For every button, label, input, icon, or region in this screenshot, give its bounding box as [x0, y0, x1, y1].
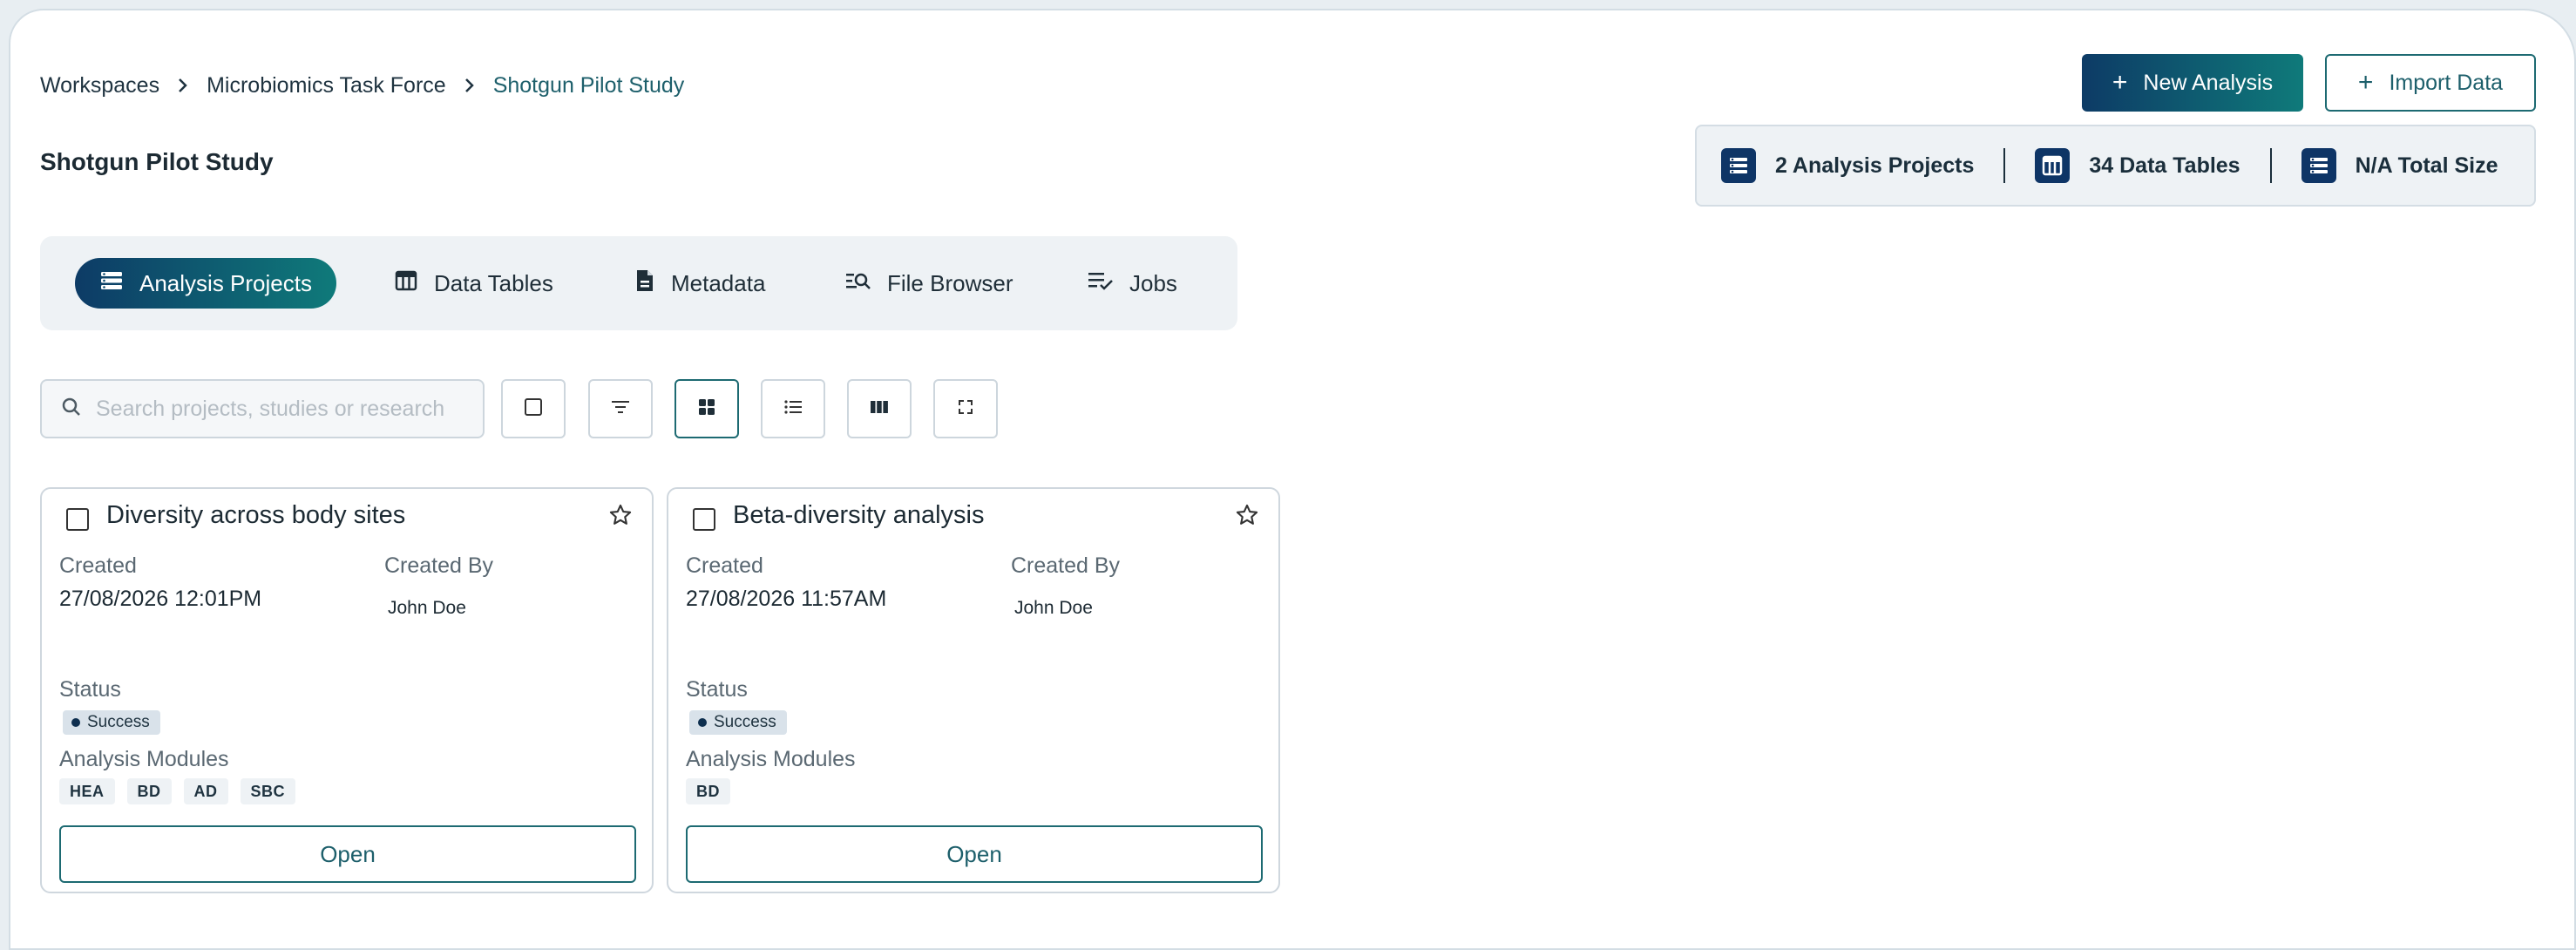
created-by-label: Created By [384, 553, 494, 578]
status-badge: Success [63, 710, 160, 735]
select-all-checkbox[interactable] [501, 379, 566, 438]
module-tag: BD [126, 778, 172, 804]
list-icon [99, 269, 124, 298]
filter-button[interactable] [588, 379, 653, 438]
created-label: Created [686, 553, 763, 578]
module-tag: BD [686, 778, 730, 804]
modules-label: Analysis Modules [686, 747, 856, 771]
columns-icon [870, 399, 889, 419]
tab-bar: Analysis Projects Data Tables Metadata F… [40, 236, 1237, 330]
document-icon [634, 268, 655, 299]
stat-divider [2269, 148, 2272, 183]
module-tags: BD [686, 778, 730, 804]
import-data-button[interactable]: + Import Data [2325, 54, 2536, 112]
open-button[interactable]: Open [59, 825, 636, 883]
created-value: 27/08/2026 12:01PM [59, 587, 262, 611]
star-icon[interactable] [608, 503, 633, 532]
breadcrumb-current: Shotgun Pilot Study [492, 72, 685, 98]
page-title: Shotgun Pilot Study [40, 148, 274, 175]
created-value: 27/08/2026 11:57AM [686, 587, 887, 611]
checklist-icon [1088, 270, 1114, 297]
open-button[interactable]: Open [686, 825, 1263, 883]
new-analysis-button[interactable]: + New Analysis [2082, 54, 2303, 112]
stat-projects: 2 Analysis Projects [1721, 148, 1974, 183]
search-icon [61, 397, 82, 422]
card-title[interactable]: Diversity across body sites [106, 501, 405, 530]
grid-view-button[interactable] [675, 379, 739, 438]
card-title[interactable]: Beta-diversity analysis [733, 501, 985, 530]
chevron-right-icon [446, 77, 493, 94]
list-view-button[interactable] [761, 379, 825, 438]
list-icon [1721, 148, 1756, 183]
project-card: Diversity across body sites Created 27/0… [40, 487, 654, 893]
card-checkbox[interactable] [66, 508, 89, 531]
column-view-button[interactable] [847, 379, 912, 438]
tab-metadata[interactable]: Metadata [610, 258, 790, 309]
created-by-value: John Doe [388, 598, 466, 618]
tab-jobs[interactable]: Jobs [1063, 258, 1202, 309]
created-by-label: Created By [1011, 553, 1121, 578]
fullscreen-button[interactable] [933, 379, 998, 438]
star-icon[interactable] [1235, 503, 1259, 532]
chevron-right-icon [159, 77, 207, 94]
table-icon [394, 269, 418, 298]
module-tag: AD [183, 778, 228, 804]
status-badge: Success [689, 710, 787, 735]
stats-bar: 2 Analysis Projects 34 Data Tables N/A T… [1695, 125, 2536, 207]
list-view-icon [783, 398, 803, 420]
fullscreen-icon [957, 398, 974, 420]
filter-icon [611, 399, 630, 419]
checkbox-icon [524, 397, 543, 421]
tab-file-browser[interactable]: File Browser [821, 258, 1037, 309]
status-dot [698, 718, 707, 727]
created-by-value: John Doe [1014, 598, 1093, 618]
search-list-icon [845, 270, 871, 297]
grid-icon [697, 397, 716, 421]
stat-tables: 34 Data Tables [2035, 148, 2240, 183]
module-tags: HEA BD AD SBC [59, 778, 296, 804]
search-input[interactable] [96, 396, 462, 422]
stat-divider [2003, 148, 2006, 183]
card-checkbox[interactable] [693, 508, 715, 531]
module-tag: SBC [240, 778, 296, 804]
breadcrumb: Workspaces Microbiomics Task Force Shotg… [40, 70, 684, 101]
stat-size: N/A Total Size [2301, 148, 2498, 183]
modules-label: Analysis Modules [59, 747, 229, 771]
status-label: Status [59, 677, 121, 702]
module-tag: HEA [59, 778, 115, 804]
breadcrumb-task-force[interactable]: Microbiomics Task Force [207, 73, 446, 98]
tab-analysis-projects[interactable]: Analysis Projects [75, 258, 336, 309]
plus-icon: + [2357, 68, 2374, 97]
tab-data-tables[interactable]: Data Tables [369, 258, 578, 309]
created-label: Created [59, 553, 137, 578]
status-dot [71, 718, 80, 727]
project-card: Beta-diversity analysis Created 27/08/20… [667, 487, 1280, 893]
breadcrumb-workspaces[interactable]: Workspaces [40, 73, 159, 98]
plus-icon: + [2112, 68, 2128, 97]
table-icon [2035, 148, 2071, 183]
storage-icon [2301, 148, 2336, 183]
status-label: Status [686, 677, 748, 702]
search-box [40, 379, 485, 438]
